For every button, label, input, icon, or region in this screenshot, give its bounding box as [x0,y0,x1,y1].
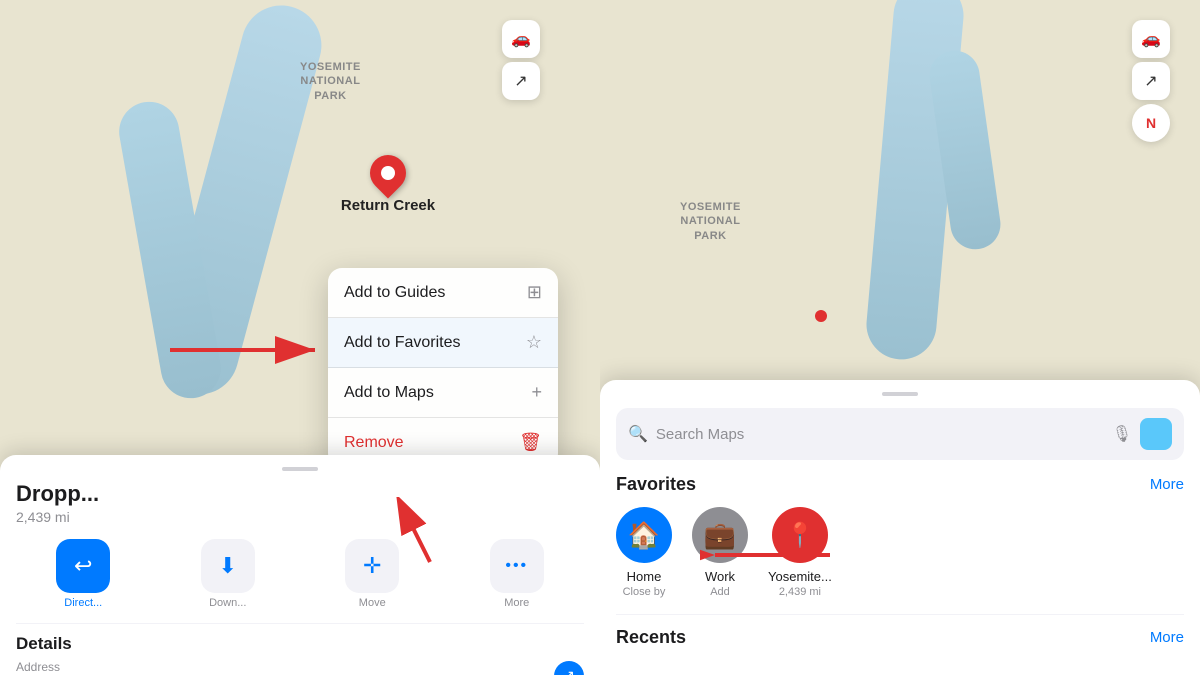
menu-item-add-favorites[interactable]: Add to Favorites ☆ [328,318,558,368]
location-pin[interactable]: Return Creek [370,155,406,191]
address-row: Address Return Creek ↗ [16,660,584,675]
compass-label: N [1146,115,1156,131]
pin-circle [363,148,414,199]
home-favorite-sub: Close by [623,586,666,598]
favorite-home[interactable]: 🏠 Home Close by [616,507,672,598]
share-icon: ↗ [563,667,575,675]
directions-label: Direct... [64,597,102,609]
car-mode-button-right[interactable]: 🚗 [1132,20,1170,58]
details-title: Details [16,634,584,654]
home-icon-circle: 🏠 [616,507,672,563]
home-icon: 🏠 [628,520,660,551]
location-detail-card: Dropp... 2,439 mi ↩ Direct... ⬇ Down... … [0,455,600,675]
favorites-more-link[interactable]: More [1150,476,1184,493]
recents-title: Recents [616,627,686,648]
trash-icon: 🗑 [519,432,542,453]
address-info: Address Return Creek [16,660,105,675]
more-label: More [504,597,529,609]
small-location-pin [815,310,827,322]
add-guides-icon: ⊞ [527,282,542,303]
bottom-sheet-right: 🔍 Search Maps 🎙 Favorites More [600,380,1200,675]
menu-item-add-guides[interactable]: Add to Guides ⊞ [328,268,558,318]
download-label: Down... [209,597,246,609]
recents-header: Recents More [616,614,1184,648]
directions-button[interactable]: ↩ Direct... [16,539,151,609]
park-label-left: YOSEMITE NATIONAL PARK [300,60,361,103]
map-controls-right: 🚗 ↗ N [1132,20,1170,142]
user-avatar[interactable] [1140,418,1172,450]
favorites-header: Favorites More [616,474,1184,495]
card-handle [282,467,318,471]
download-button[interactable]: ⬇ Down... [161,539,296,609]
menu-item-remove-label: Remove [344,434,404,452]
map-controls-left: 🚗 ↗ [502,20,540,100]
share-button[interactable]: ↗ [554,661,584,675]
work-favorite-sub: Add [710,586,730,598]
arrow-to-favorites-right [700,535,840,575]
recents-more-link[interactable]: More [1150,629,1184,646]
pin-label: Return Creek [341,197,435,214]
arrow-to-more [380,497,460,567]
right-phone-panel: YOSEMITE NATIONAL PARK 🚗 ↗ N 🔍 Search Ma… [600,0,1200,675]
pin-inner [381,166,395,180]
left-phone-panel: YOSEMITE NATIONAL PARK 🚗 ↗ Return Creek [0,0,600,675]
park-label-right: YOSEMITE NATIONAL PARK [680,200,741,243]
yosemite-favorite-sub: 2,439 mi [779,586,821,598]
mic-icon[interactable]: 🎙 [1112,424,1132,444]
more-icon: ••• [505,557,528,575]
more-button-left[interactable]: ••• More [450,539,585,609]
context-menu: Add to Guides ⊞ Add to Favorites ☆ Add t… [328,268,558,467]
compass-button[interactable]: N [1132,104,1170,142]
map-background-right: YOSEMITE NATIONAL PARK [600,0,1200,420]
search-icon: 🔍 [628,424,648,444]
download-icon: ⬇ [219,553,237,579]
address-label: Address [16,660,105,674]
menu-item-add-favorites-label: Add to Favorites [344,334,461,352]
menu-item-add-maps[interactable]: Add to Maps + [328,368,558,418]
card-subtitle: 2,439 mi [16,509,584,525]
direction-button-right[interactable]: ↗ [1132,62,1170,100]
details-section: Details Address Return Creek ↗ [16,623,584,675]
action-buttons-row: ↩ Direct... ⬇ Down... ✛ Move ••• [16,539,584,609]
search-bar[interactable]: 🔍 Search Maps 🎙 [616,408,1184,460]
search-placeholder: Search Maps [656,426,1104,443]
sheet-handle [882,392,918,396]
menu-item-add-guides-label: Add to Guides [344,284,445,302]
directions-icon-circle: ↩ [56,539,110,593]
car-mode-button-left[interactable]: 🚗 [502,20,540,58]
more-icon-circle: ••• [490,539,544,593]
card-title: Dropp... [16,481,584,507]
arrow-to-favorites [160,320,340,380]
download-icon-circle: ⬇ [201,539,255,593]
directions-icon: ↩ [74,553,92,579]
direction-button-left[interactable]: ↗ [502,62,540,100]
move-icon: ✛ [363,553,381,579]
star-icon: ☆ [526,332,542,353]
menu-item-add-maps-label: Add to Maps [344,384,434,402]
home-favorite-name: Home [627,569,662,584]
plus-icon: + [531,382,542,403]
move-label: Move [359,597,386,609]
favorites-title: Favorites [616,474,696,495]
